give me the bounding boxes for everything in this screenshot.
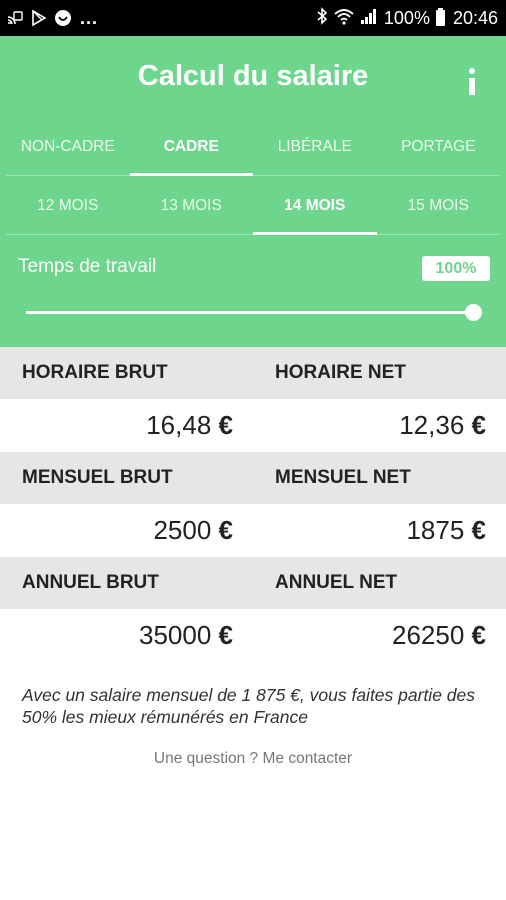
work-time-label: Temps de travail (18, 256, 157, 277)
work-time-slider[interactable] (26, 302, 482, 322)
monthly-net-label: MENSUEL NET (275, 467, 411, 488)
annual-gross-label: ANNUEL BRUT (22, 572, 159, 593)
hourly-values: 16,48 € 12,36 € (0, 399, 506, 452)
work-time-value: 100% (422, 256, 490, 281)
signal-icon (360, 7, 378, 30)
tab-15-mois[interactable]: 15 MOIS (377, 177, 501, 234)
contact-link[interactable]: Une question ? Me contacter (0, 750, 506, 768)
play-store-icon (30, 9, 48, 27)
page-title: Calcul du salaire (137, 60, 369, 92)
tab-non-cadre[interactable]: NON-CADRE (6, 118, 130, 175)
annual-gross-value: 35000 € (138, 620, 233, 650)
monthly-values: 2500 € 1875 € (0, 504, 506, 557)
annual-net-value: 26250 € (391, 620, 486, 650)
month-tabs: 12 MOIS 13 MOIS 14 MOIS 15 MOIS (6, 177, 500, 235)
bluetooth-icon (316, 6, 328, 30)
tab-liberale[interactable]: LIBÉRALE (253, 118, 377, 175)
tab-cadre[interactable]: CADRE (129, 118, 254, 176)
slider-thumb[interactable] (465, 304, 482, 321)
hourly-net-label: HORAIRE NET (275, 362, 406, 383)
hourly-net-value: 12,36 € (399, 410, 486, 440)
tab-13-mois[interactable]: 13 MOIS (130, 177, 254, 234)
more-notifications: ... (80, 7, 99, 28)
cast-icon (6, 9, 24, 27)
status-bar: ... 100% 20:46 (0, 0, 506, 36)
monthly-net-value: 1875 € (406, 515, 486, 545)
results: HORAIRE BRUT HORAIRE NET 16,48 € 12,36 €… (0, 347, 506, 662)
hourly-labels: HORAIRE BRUT HORAIRE NET (0, 347, 506, 399)
app-header: Calcul du salaire NON-CADRE CADRE LIBÉRA… (0, 36, 506, 347)
monthly-labels: MENSUEL BRUT MENSUEL NET (0, 452, 506, 504)
slider-track[interactable] (26, 311, 474, 314)
tab-14-mois[interactable]: 14 MOIS (253, 177, 377, 235)
annual-labels: ANNUEL BRUT ANNUEL NET (0, 557, 506, 609)
status-right: 100% 20:46 (316, 6, 498, 30)
info-icon[interactable] (464, 68, 480, 96)
status-left: ... (6, 8, 98, 29)
clock: 20:46 (452, 7, 498, 28)
annual-net-label: ANNUEL NET (275, 572, 398, 593)
app-icon (54, 9, 72, 27)
monthly-gross-label: MENSUEL BRUT (22, 467, 173, 488)
battery-percent: 100% (383, 7, 430, 28)
battery-icon (435, 8, 445, 26)
tab-portage[interactable]: PORTAGE (377, 118, 501, 175)
salary-percentile-note: Avec un salaire mensuel de 1 875 €, vous… (22, 685, 476, 727)
wifi-icon (334, 7, 354, 30)
hourly-gross-label: HORAIRE BRUT (22, 362, 168, 383)
category-tabs: NON-CADRE CADRE LIBÉRALE PORTAGE (6, 118, 500, 176)
tab-12-mois[interactable]: 12 MOIS (6, 177, 130, 234)
monthly-gross-value: 2500 € (153, 515, 233, 545)
hourly-gross-value: 16,48 € (146, 410, 233, 440)
annual-values: 35000 € 26250 € (0, 609, 506, 662)
